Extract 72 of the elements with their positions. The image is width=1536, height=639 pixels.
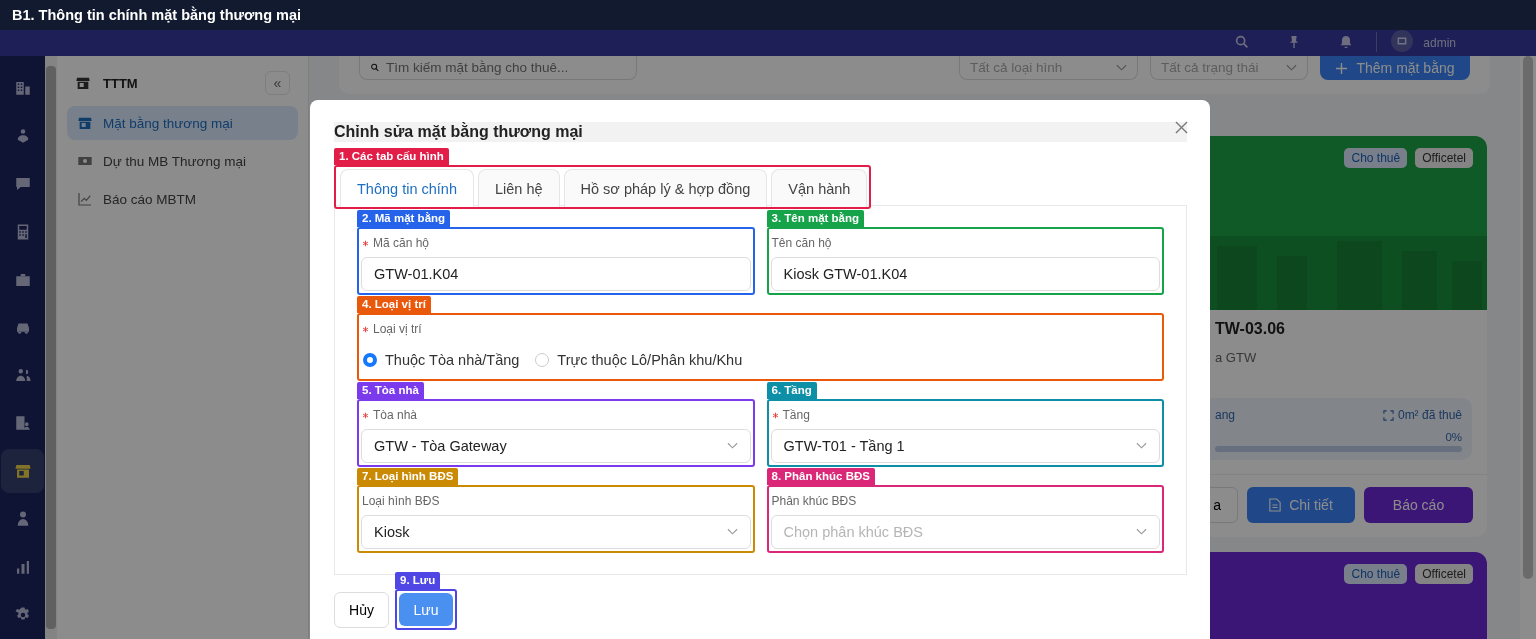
tab[interactable]: Liên hệ xyxy=(477,169,560,207)
line-chart-icon xyxy=(77,191,93,207)
sidebar-title: TTTM xyxy=(103,75,139,91)
area-icon xyxy=(1382,409,1394,421)
annotation-tag: 5. Tòa nhà xyxy=(357,382,424,399)
scrollbar[interactable] xyxy=(1520,56,1536,639)
annotation-tag: 7. Loại hình BĐS xyxy=(357,468,459,485)
user-name: admin xyxy=(1423,36,1456,50)
radio-option[interactable]: Trực thuộc Lô/Phân khu/Khu xyxy=(535,352,743,368)
chevron-icon xyxy=(726,442,738,450)
banner-title: B1. Thông tin chính mặt bằng thương mại xyxy=(12,7,302,23)
chevron-icon xyxy=(726,528,738,536)
annotation-tag: 1. Các tab cấu hình xyxy=(334,148,449,165)
chevron-icon xyxy=(1116,63,1127,72)
text-field[interactable]: GTW-01.K04 xyxy=(361,257,751,291)
sidebar-item[interactable]: Dự thu MB Thương mại xyxy=(67,144,298,178)
collapse-button[interactable]: « xyxy=(265,71,290,95)
required-icon xyxy=(362,325,369,333)
annotation-tag: 4. Loại vị trí xyxy=(357,296,431,313)
field-label: Mã căn hộ xyxy=(373,236,430,250)
nav-button[interactable] xyxy=(1,449,44,494)
close-icon[interactable] xyxy=(1175,121,1188,134)
annotation-tag: 2. Mã mặt bằng xyxy=(357,210,451,227)
select-field[interactable]: Kiosk xyxy=(361,515,751,549)
field-label: Loại vị trí xyxy=(373,322,422,336)
tab[interactable]: Vận hành xyxy=(771,169,868,207)
radio-option[interactable]: Thuộc Tòa nhà/Tầng xyxy=(363,352,520,368)
report-button[interactable]: Báo cáo xyxy=(1364,487,1473,523)
store-icon xyxy=(13,462,32,481)
save-button[interactable]: Lưu xyxy=(399,593,453,626)
scrollbar[interactable] xyxy=(45,56,57,639)
status-tag: Cho thuê xyxy=(1344,148,1408,168)
building-person-icon xyxy=(13,414,32,433)
annotation-tag: 6. Tầng xyxy=(766,382,817,399)
status-tag: Officetel xyxy=(1415,148,1473,168)
annotation-tag: 8. Phân khúc BĐS xyxy=(766,468,875,485)
required-icon xyxy=(362,239,369,247)
field-label: Tên căn hộ xyxy=(771,236,832,250)
chevron-icon xyxy=(1286,63,1297,72)
card-subtitle: a GTW xyxy=(1215,350,1258,365)
search-icon xyxy=(370,61,380,74)
rented-area: 0m² đã thuê xyxy=(1397,408,1462,422)
field-label: Tòa nhà xyxy=(373,408,418,422)
search-field[interactable]: Tìm kiếm mặt bằng cho thuê... xyxy=(359,56,637,80)
status-tag: Cho thuê xyxy=(1344,564,1408,584)
plus-icon xyxy=(1335,61,1349,75)
field-label: Loại hình BĐS xyxy=(362,494,440,508)
document-icon xyxy=(1269,498,1282,512)
search-icon[interactable] xyxy=(1234,34,1251,50)
cancel-button[interactable]: Hủy xyxy=(334,591,389,628)
text-field[interactable]: Kiosk GTW-01.K04 xyxy=(770,257,1160,291)
annotation-tag: 9. Lưu xyxy=(395,572,441,589)
select-field[interactable]: GTW - Tòa Gateway xyxy=(361,429,751,463)
stat-label: ang xyxy=(1215,408,1236,422)
required-icon xyxy=(362,411,369,419)
chevron-icon xyxy=(1136,442,1147,450)
field-label: Phân khúc BĐS xyxy=(771,494,857,508)
field-label: Tầng xyxy=(782,408,810,422)
sidebar-item[interactable]: Báo cáo MBTM xyxy=(67,182,298,216)
required-icon xyxy=(771,411,779,419)
chevron-icon xyxy=(1136,528,1147,536)
dialog-title: Chỉnh sửa mặt bằng thương mại xyxy=(334,122,1187,142)
card-title: TW-03.06 xyxy=(1215,320,1286,338)
tab[interactable]: Hồ sơ pháp lý & hợp đồng xyxy=(563,169,768,207)
status-tag: Officetel xyxy=(1415,564,1473,584)
store-icon xyxy=(77,115,93,131)
select-field[interactable]: GTW-T01 - Tầng 1 xyxy=(770,429,1160,463)
avatar-icon[interactable] xyxy=(1391,30,1414,52)
percent-text: 0% xyxy=(1444,431,1462,443)
tab[interactable]: Thông tin chính xyxy=(340,169,474,207)
store-icon xyxy=(75,75,91,91)
annotation-tag: 3. Tên mặt bằng xyxy=(766,210,865,227)
